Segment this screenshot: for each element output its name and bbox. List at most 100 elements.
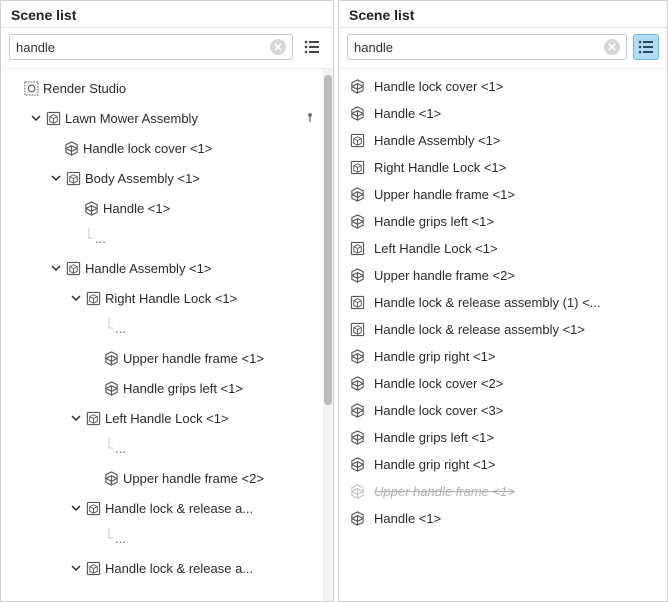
tree-item-label: Handle lock & release a... <box>105 501 253 516</box>
assembly-icon <box>85 410 101 426</box>
list-item[interactable]: Upper handle frame <1> <box>339 181 667 208</box>
assembly-icon <box>349 322 365 338</box>
clear-search-icon[interactable] <box>604 39 620 55</box>
tree-item[interactable]: Handle lock & release a... <box>1 493 323 523</box>
expand-collapse-icon[interactable] <box>49 171 63 185</box>
panel-header: Scene list <box>339 1 667 28</box>
list-item-label: Handle Assembly <1> <box>374 133 500 148</box>
assembly-icon <box>45 110 61 126</box>
tree-item-label: Handle Assembly <1> <box>85 261 211 276</box>
list-item-label: Handle lock cover <1> <box>374 79 503 94</box>
part-icon <box>349 187 365 203</box>
list-item-label: Handle grips left <1> <box>374 430 494 445</box>
tree-item[interactable]: ... <box>1 433 323 463</box>
assembly-icon <box>349 241 365 257</box>
list-item-label: Handle lock cover <3> <box>374 403 503 418</box>
tree-item[interactable]: Lawn Mower Assembly <box>1 103 323 133</box>
tree-item-label: Lawn Mower Assembly <box>65 111 198 126</box>
expand-collapse-icon[interactable] <box>69 501 83 515</box>
tree-item-label: Left Handle Lock <1> <box>105 411 229 426</box>
part-icon <box>349 457 365 473</box>
flat-list-toggle[interactable] <box>633 34 659 60</box>
search-row <box>1 28 333 69</box>
list-content: Handle lock cover <1> Handle <1> Handle As… <box>339 69 667 601</box>
list-item[interactable]: Handle lock & release assembly (1) <... <box>339 289 667 316</box>
tree-item[interactable]: Upper handle frame <2> <box>1 463 323 493</box>
expand-collapse-icon[interactable] <box>49 261 63 275</box>
expand-collapse-icon[interactable] <box>69 411 83 425</box>
tree-item[interactable]: Handle <1> <box>1 193 323 223</box>
tree-item[interactable]: Left Handle Lock <1> <box>1 403 323 433</box>
tree-view[interactable]: Render Studio Lawn Mower Assembly Handle l… <box>1 69 323 601</box>
list-item-label: Upper handle frame <2> <box>374 268 515 283</box>
list-item[interactable]: Handle <1> <box>339 505 667 532</box>
scrollbar-thumb[interactable] <box>324 75 332 405</box>
list-item-label: Upper handle frame <1> <box>374 187 515 202</box>
list-item[interactable]: Right Handle Lock <1> <box>339 154 667 181</box>
assembly-icon <box>349 295 365 311</box>
tree-item[interactable]: Right Handle Lock <1> <box>1 283 323 313</box>
list-item[interactable]: Handle lock & release assembly <1> <box>339 316 667 343</box>
tree-item[interactable]: Handle lock cover <1> <box>1 133 323 163</box>
list-item[interactable]: Upper handle frame <1> <box>339 478 667 505</box>
panel-title: Scene list <box>11 7 323 23</box>
tree-item[interactable]: Handle grips left <1> <box>1 373 323 403</box>
scene-list-panel-left: Scene list Render Studio Lawn Mower Assem… <box>0 0 334 602</box>
search-row <box>339 28 667 69</box>
assembly-icon <box>349 160 365 176</box>
list-item[interactable]: Handle lock cover <1> <box>339 73 667 100</box>
expand-collapse-icon[interactable] <box>29 111 43 125</box>
list-item[interactable]: Handle lock cover <3> <box>339 397 667 424</box>
scrollbar[interactable] <box>323 69 333 601</box>
tree-item-label: ... <box>115 531 126 546</box>
list-item[interactable]: Handle lock cover <2> <box>339 370 667 397</box>
list-item-label: Handle <1> <box>374 106 441 121</box>
flat-list[interactable]: Handle lock cover <1> Handle <1> Handle As… <box>339 69 667 601</box>
search-box[interactable] <box>347 34 627 60</box>
tree-content: Render Studio Lawn Mower Assembly Handle l… <box>1 69 333 601</box>
list-item-label: Upper handle frame <1> <box>374 484 515 499</box>
tree-item[interactable]: Handle lock & release a... <box>1 553 323 583</box>
tree-item[interactable]: ... <box>1 223 323 253</box>
tree-item-label: Right Handle Lock <1> <box>105 291 237 306</box>
tree-item[interactable]: Body Assembly <1> <box>1 163 323 193</box>
list-item[interactable]: Handle Assembly <1> <box>339 127 667 154</box>
list-item-label: Handle lock & release assembly (1) <... <box>374 295 601 310</box>
tree-item-label: Upper handle frame <1> <box>123 351 264 366</box>
tree-item[interactable]: Render Studio <box>1 73 323 103</box>
part-icon <box>349 79 365 95</box>
pin-icon[interactable] <box>303 111 317 125</box>
list-item[interactable]: Handle grip right <1> <box>339 343 667 370</box>
expand-collapse-icon[interactable] <box>69 561 83 575</box>
tree-item-label: Upper handle frame <2> <box>123 471 264 486</box>
scene-list-panel-right: Scene list Handle lock cover <1> Handle <… <box>338 0 668 602</box>
clear-search-icon[interactable] <box>270 39 286 55</box>
part-icon <box>103 350 119 366</box>
part-icon <box>349 349 365 365</box>
list-item[interactable]: Handle grips left <1> <box>339 424 667 451</box>
tree-item-label: Handle lock & release a... <box>105 561 253 576</box>
expand-collapse-icon[interactable] <box>69 291 83 305</box>
list-item[interactable]: Handle <1> <box>339 100 667 127</box>
list-item[interactable]: Handle grip right <1> <box>339 451 667 478</box>
tree-item[interactable]: ... <box>1 313 323 343</box>
list-item-label: Handle lock & release assembly <1> <box>374 322 585 337</box>
search-input[interactable] <box>16 40 270 55</box>
part-icon <box>63 140 79 156</box>
tree-item[interactable]: Handle Assembly <1> <box>1 253 323 283</box>
flat-list-toggle[interactable] <box>299 34 325 60</box>
tree-item-label: Render Studio <box>43 81 126 96</box>
part-icon <box>103 470 119 486</box>
studio-icon <box>23 80 39 96</box>
tree-item[interactable]: ... <box>1 523 323 553</box>
part-icon <box>349 484 365 500</box>
search-box[interactable] <box>9 34 293 60</box>
part-icon <box>349 430 365 446</box>
tree-item-label: Body Assembly <1> <box>85 171 200 186</box>
list-item[interactable]: Left Handle Lock <1> <box>339 235 667 262</box>
search-input[interactable] <box>354 40 604 55</box>
list-item[interactable]: Upper handle frame <2> <box>339 262 667 289</box>
tree-item-label: ... <box>95 231 106 246</box>
tree-item[interactable]: Upper handle frame <1> <box>1 343 323 373</box>
list-item[interactable]: Handle grips left <1> <box>339 208 667 235</box>
